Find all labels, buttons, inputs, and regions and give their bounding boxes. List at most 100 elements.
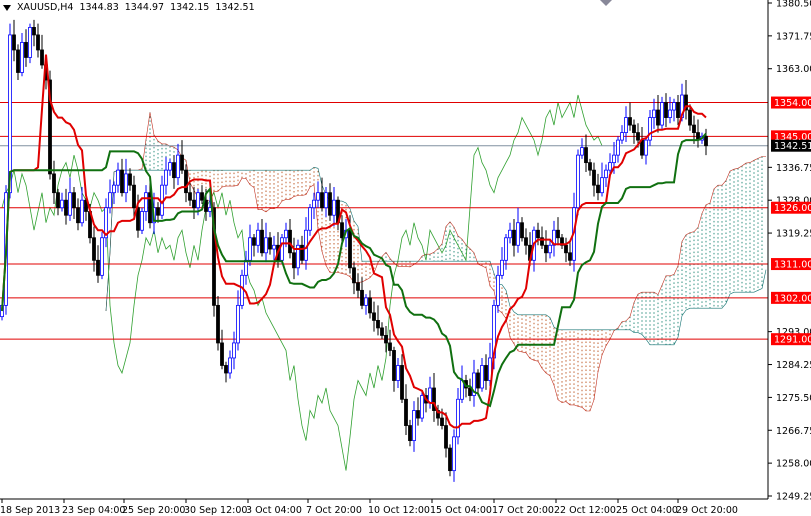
- candle-body: [372, 312, 376, 321]
- candle-body: [408, 425, 412, 441]
- candle-body: [32, 27, 36, 36]
- candle-body: [508, 229, 512, 239]
- candle-body: [368, 297, 372, 314]
- candle-body: [180, 154, 184, 171]
- candle-body: [64, 199, 68, 216]
- candle-body: [228, 357, 232, 374]
- candle-body: [68, 192, 72, 216]
- candle-body: [280, 237, 284, 261]
- candle-body: [608, 162, 612, 171]
- candle-body: [496, 274, 500, 306]
- candle-body: [320, 192, 324, 209]
- candle-body: [144, 192, 148, 212]
- high-value: 1344.97: [124, 2, 165, 13]
- candle-body: [124, 173, 128, 194]
- candle-body: [36, 34, 40, 51]
- candle-body: [456, 398, 460, 438]
- candle-body: [80, 199, 84, 224]
- current-price-label: 1342.51: [774, 141, 811, 152]
- candle-body: [332, 199, 336, 216]
- candle-body: [616, 139, 620, 156]
- candle-body: [352, 267, 356, 284]
- candle-body: [108, 192, 112, 209]
- candle-body: [232, 342, 236, 359]
- candle-body: [100, 237, 104, 276]
- x-tick-label: 17 Oct 20:00: [492, 505, 554, 516]
- candle-body: [292, 252, 296, 269]
- x-tick-label: 18 Sep 2013: [0, 505, 60, 516]
- candle-body: [656, 109, 660, 126]
- x-tick-label: 30 Sep 12:00: [184, 505, 247, 516]
- candle-body: [188, 192, 192, 201]
- candle-body: [524, 237, 528, 246]
- candle-body: [604, 169, 608, 179]
- candle-body: [224, 365, 228, 374]
- candle-body: [420, 395, 424, 419]
- candle-body: [376, 319, 380, 329]
- low-value: 1342.15: [170, 2, 210, 13]
- candle-body: [128, 173, 132, 186]
- y-tick-label: 1266.75: [776, 426, 811, 437]
- candle-body: [40, 49, 44, 66]
- candle-body: [664, 102, 668, 118]
- candle-body: [120, 169, 124, 194]
- candle-body: [12, 34, 16, 51]
- candle-body: [504, 237, 508, 261]
- candle-body: [364, 297, 368, 306]
- candle-body: [56, 192, 60, 209]
- candle-body: [452, 436, 456, 472]
- candle-body: [440, 417, 444, 426]
- candle-body: [516, 222, 520, 246]
- candle-body: [192, 199, 196, 209]
- candle-body: [360, 289, 364, 306]
- candle-body: [168, 162, 172, 171]
- dropdown-triangle-icon[interactable]: [3, 4, 11, 11]
- candle-body: [412, 410, 416, 441]
- candle-body: [348, 229, 352, 269]
- candle-body: [628, 117, 632, 126]
- candle-body: [72, 192, 76, 209]
- candle-body: [356, 282, 360, 291]
- level-label: 1326.00: [774, 203, 811, 214]
- price-axis-bg: [768, 0, 811, 516]
- y-tick-label: 1363.00: [776, 64, 811, 75]
- y-tick-label: 1258.00: [776, 459, 811, 470]
- candle-body: [652, 109, 656, 118]
- candle-body: [316, 192, 320, 201]
- y-tick-label: 1319.25: [776, 229, 811, 240]
- candle-body: [612, 154, 616, 164]
- candle-body: [596, 184, 600, 194]
- candle-body: [340, 222, 344, 239]
- x-tick-label: 25 Sep 20:00: [122, 505, 185, 516]
- candle-body: [288, 229, 292, 254]
- candle-body: [384, 335, 388, 344]
- candle-body: [236, 304, 240, 344]
- candle-body: [564, 244, 568, 254]
- candle-body: [444, 425, 448, 449]
- level-label: 1291.00: [774, 335, 811, 346]
- candle-body: [380, 327, 384, 336]
- candle-body: [668, 109, 672, 118]
- candle-body: [28, 27, 32, 58]
- y-tick-label: 1249.25: [776, 492, 811, 503]
- candle-body: [284, 229, 288, 239]
- candle-body: [648, 117, 652, 141]
- candle-body: [632, 124, 636, 133]
- y-tick-label: 1371.75: [776, 31, 811, 42]
- candle-body: [156, 207, 160, 216]
- candle-body: [672, 102, 676, 111]
- candle-body: [392, 350, 396, 381]
- candle-body: [196, 192, 200, 209]
- x-tick-label: 7 Oct 20:00: [306, 505, 362, 516]
- candle-body: [164, 169, 168, 186]
- candle-body: [600, 177, 604, 194]
- candle-body: [396, 365, 400, 381]
- candle-body: [216, 304, 220, 344]
- candle-body: [24, 42, 28, 58]
- candle-body: [76, 207, 80, 224]
- candle-body: [512, 229, 516, 246]
- candle-body: [500, 259, 504, 276]
- chart-shift-marker-icon: [600, 0, 612, 6]
- candle-body: [52, 173, 56, 194]
- price-chart[interactable]: 1380.501371.751363.001336.751328.001319.…: [0, 0, 811, 516]
